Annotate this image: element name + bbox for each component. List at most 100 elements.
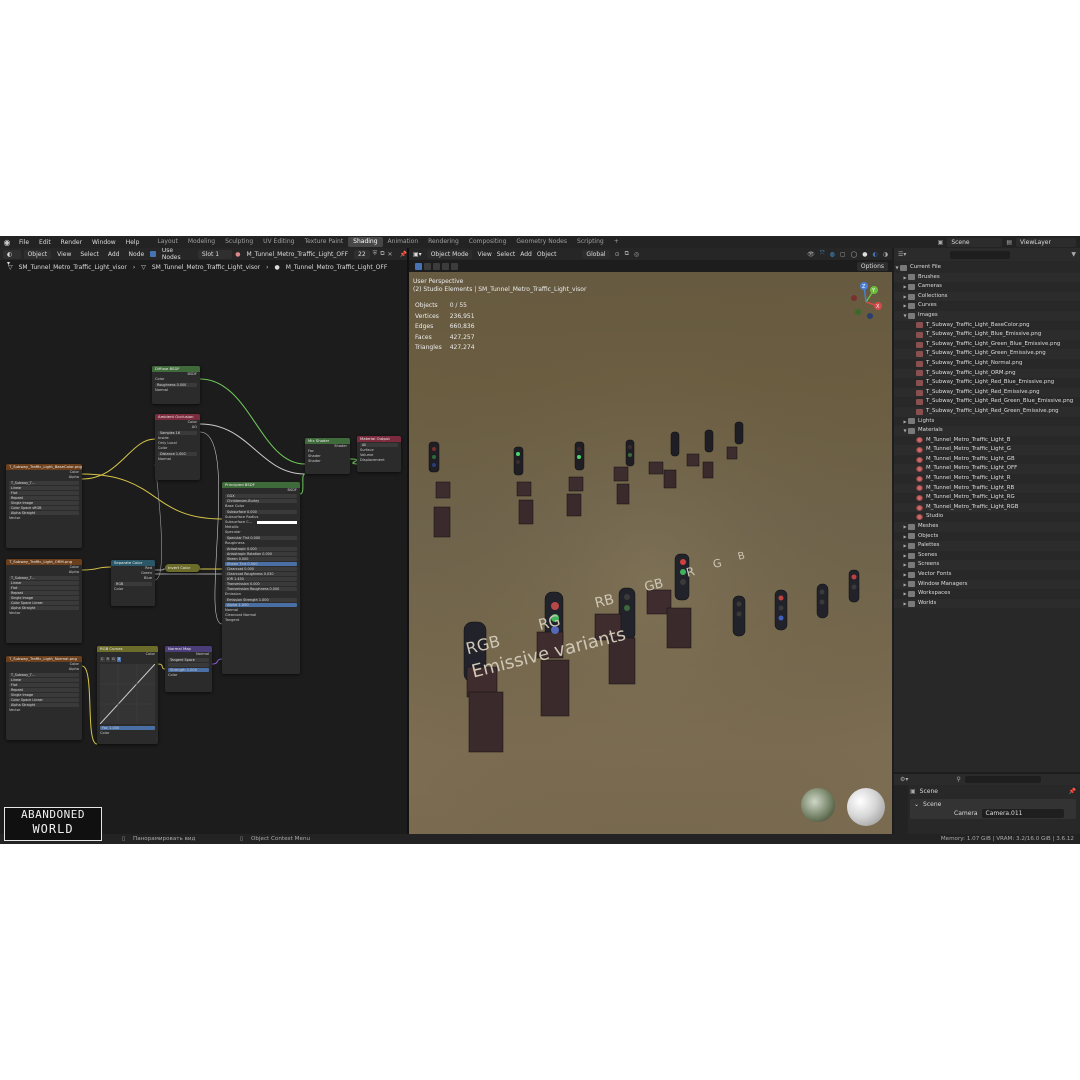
navigation-gizmo[interactable]: X Y Z — [846, 280, 886, 320]
tree-category[interactable]: ▶ Lights — [894, 417, 1080, 427]
tab-animation[interactable]: Animation — [383, 237, 424, 247]
view-layer-field[interactable]: ViewLayer — [1016, 237, 1076, 247]
image-texture-orm-node[interactable]: T_Subway_Traffic_Light_ORM.png Color Alp… — [6, 559, 82, 643]
image-selector[interactable]: T_Subway_T... — [9, 673, 79, 677]
socket-roughness[interactable]: Roughness — [222, 541, 300, 546]
tree-category[interactable]: ▶ Brushes — [894, 272, 1080, 283]
menu-object[interactable]: Object — [537, 251, 557, 258]
alpha-mode-dropdown[interactable]: Alpha Straight — [9, 703, 79, 707]
node-canvas[interactable]: Diffuse BSDF BSDF Color Roughness 0.000 … — [0, 274, 407, 834]
mode-dropdown[interactable]: RGB — [114, 582, 152, 586]
separate-color-node[interactable]: Separate Color Red Green Blue RGB Color — [111, 560, 155, 606]
material-name-field[interactable]: M_Tunnel_Metro_Traffic_Light_OFF — [243, 251, 351, 258]
tab-compositing[interactable]: Compositing — [464, 237, 512, 247]
image-texture-basecolor-node[interactable]: T_Subway_Traffic_Light_BaseColor.png Col… — [6, 464, 82, 548]
source-dropdown[interactable]: Single Image — [9, 596, 79, 600]
menu-select[interactable]: Select — [497, 251, 516, 258]
alpha-field[interactable]: Alpha 1.000 — [225, 603, 297, 607]
tree-item[interactable]: M_Tunnel_Metro_Traffic_Light_G — [894, 445, 1080, 455]
strength-field[interactable]: Strength 1.000 — [168, 668, 209, 672]
tree-category[interactable]: ▼ Materials — [894, 426, 1080, 436]
socket-vector[interactable]: Vector — [6, 708, 82, 713]
socket-normal[interactable]: Normal — [155, 457, 200, 462]
select-mode-intersect-icon[interactable] — [451, 262, 458, 270]
mix-shader-node[interactable]: Mix Shader Shader Fac Shader Shader — [305, 438, 350, 474]
color-space-dropdown[interactable]: Color Space Linear — [9, 698, 79, 702]
menu-window[interactable]: Window — [87, 239, 121, 246]
shading-material-icon[interactable]: ◐ — [873, 251, 878, 258]
tree-item[interactable]: M_Tunnel_Metro_Traffic_Light_R — [894, 474, 1080, 484]
tree-item[interactable]: T_Subway_Traffic_Light_ORM.png — [894, 368, 1080, 379]
subsurface-field[interactable]: Subsurface 0.000 — [225, 510, 297, 514]
source-dropdown[interactable]: Single Image — [9, 501, 79, 505]
tree-category[interactable]: ▶ Window Managers — [894, 579, 1080, 590]
socket-normal[interactable]: Normal — [152, 388, 200, 393]
scene-panel[interactable]: ⌄ Scene Camera Camera.011 — [910, 799, 1076, 819]
socket-color[interactable]: Color — [155, 446, 200, 451]
interpolation-dropdown[interactable]: Linear — [9, 581, 79, 585]
projection-dropdown[interactable]: Flat — [9, 683, 79, 687]
socket-normal-out[interactable]: Normal — [165, 652, 212, 657]
invert-color-node[interactable]: Invert Color — [165, 564, 200, 572]
tree-item[interactable]: T_Subway_Traffic_Light_Normal.png — [894, 359, 1080, 369]
menu-file[interactable]: File — [14, 239, 34, 246]
properties-search-input[interactable] — [964, 776, 1041, 783]
socket-blue-out[interactable]: Blue — [111, 576, 155, 581]
camera-field[interactable]: Camera.011 — [981, 809, 1064, 818]
projection-dropdown[interactable]: Flat — [9, 586, 79, 590]
tree-item[interactable]: T_Subway_Traffic_Light_Red_Emissive.png — [894, 387, 1080, 398]
tree-root[interactable]: ▼ Current File — [894, 263, 1080, 273]
pin-icon[interactable]: 📌 — [400, 251, 407, 258]
material-users-count[interactable]: 22 — [354, 249, 370, 259]
duplicate-icon[interactable]: ⧉ — [380, 250, 384, 258]
socket-ao-out[interactable]: AO — [155, 425, 200, 430]
socket-vector[interactable]: Vector — [6, 611, 82, 616]
fake-user-icon[interactable]: ⛨ — [373, 250, 378, 258]
menu-edit[interactable]: Edit — [34, 239, 56, 246]
tree-item[interactable]: M_Tunnel_Metro_Traffic_Light_RGB — [894, 502, 1080, 513]
target-dropdown[interactable]: All — [360, 443, 398, 447]
add-workspace-button[interactable]: + — [609, 237, 624, 247]
subsurface-color-swatch[interactable] — [257, 521, 297, 524]
interpolation-dropdown[interactable]: Linear — [9, 486, 79, 490]
menu-add[interactable]: Add — [105, 251, 123, 258]
color-space-dropdown[interactable]: Color Space sRGB — [9, 506, 79, 510]
socket-alpha-out[interactable]: Alpha — [6, 570, 82, 575]
socket-bsdf-out[interactable]: BSDF — [222, 488, 300, 493]
display-mode-icon[interactable]: ☰▾ — [898, 251, 906, 258]
socket-vector[interactable]: Vector — [6, 516, 82, 521]
socket-shader-b[interactable]: Shader — [305, 459, 350, 464]
tree-category[interactable]: ▶ Curves — [894, 301, 1080, 311]
outliner-search-input[interactable] — [950, 250, 1011, 259]
alpha-mode-dropdown[interactable]: Alpha Straight — [9, 606, 79, 610]
tab-scripting[interactable]: Scripting — [572, 237, 609, 247]
slot-dropdown[interactable]: Slot 1 — [197, 249, 233, 259]
curve-graph[interactable] — [99, 663, 156, 725]
sheen-field[interactable]: Sheen 0.000 — [225, 557, 297, 561]
menu-add[interactable]: Add — [520, 251, 532, 258]
uv-map-field[interactable] — [168, 663, 209, 667]
ior-field[interactable]: IOR 1.450 — [225, 577, 297, 581]
tree-item[interactable]: M_Tunnel_Metro_Traffic_Light_RG — [894, 493, 1080, 503]
xray-icon[interactable]: ▢ — [840, 251, 846, 258]
options-dropdown[interactable]: Options — [856, 262, 888, 271]
fac-field[interactable]: Fac 1.000 — [100, 726, 155, 730]
tab-rendering[interactable]: Rendering — [423, 237, 464, 247]
clearcoat-roughness-field[interactable]: Clearcoat Roughness 0.030 — [225, 572, 297, 576]
tree-category[interactable]: ▶ Vector Fonts — [894, 570, 1080, 580]
color-space-dropdown[interactable]: Color Space Linear — [9, 601, 79, 605]
transform-orientation-dropdown[interactable]: Global — [582, 249, 610, 259]
normal-map-node[interactable]: Normal Map Normal Tangent Space Strength… — [165, 646, 212, 692]
viewport-scene[interactable]: RGB RG RB GB R G B Emissive variants — [409, 272, 892, 834]
principled-bsdf-node[interactable]: Principled BSDF BSDF GGX Christensen-Bur… — [222, 482, 300, 674]
shading-wireframe-icon[interactable]: ◯ — [851, 251, 858, 258]
tab-sculpting[interactable]: Sculpting — [220, 237, 258, 247]
tab-layout[interactable]: Layout — [152, 237, 182, 247]
socket-base-color[interactable]: Base Color — [222, 504, 300, 509]
tree-item[interactable]: M_Tunnel_Metro_Traffic_Light_B — [894, 436, 1080, 446]
tree-item[interactable]: T_Subway_Traffic_Light_Blue_Emissive.png — [894, 330, 1080, 340]
menu-node[interactable]: Node — [126, 251, 148, 258]
alpha-mode-dropdown[interactable]: Alpha Straight — [9, 511, 79, 515]
properties-tabs[interactable] — [894, 785, 908, 834]
select-box-icon[interactable] — [415, 262, 422, 270]
